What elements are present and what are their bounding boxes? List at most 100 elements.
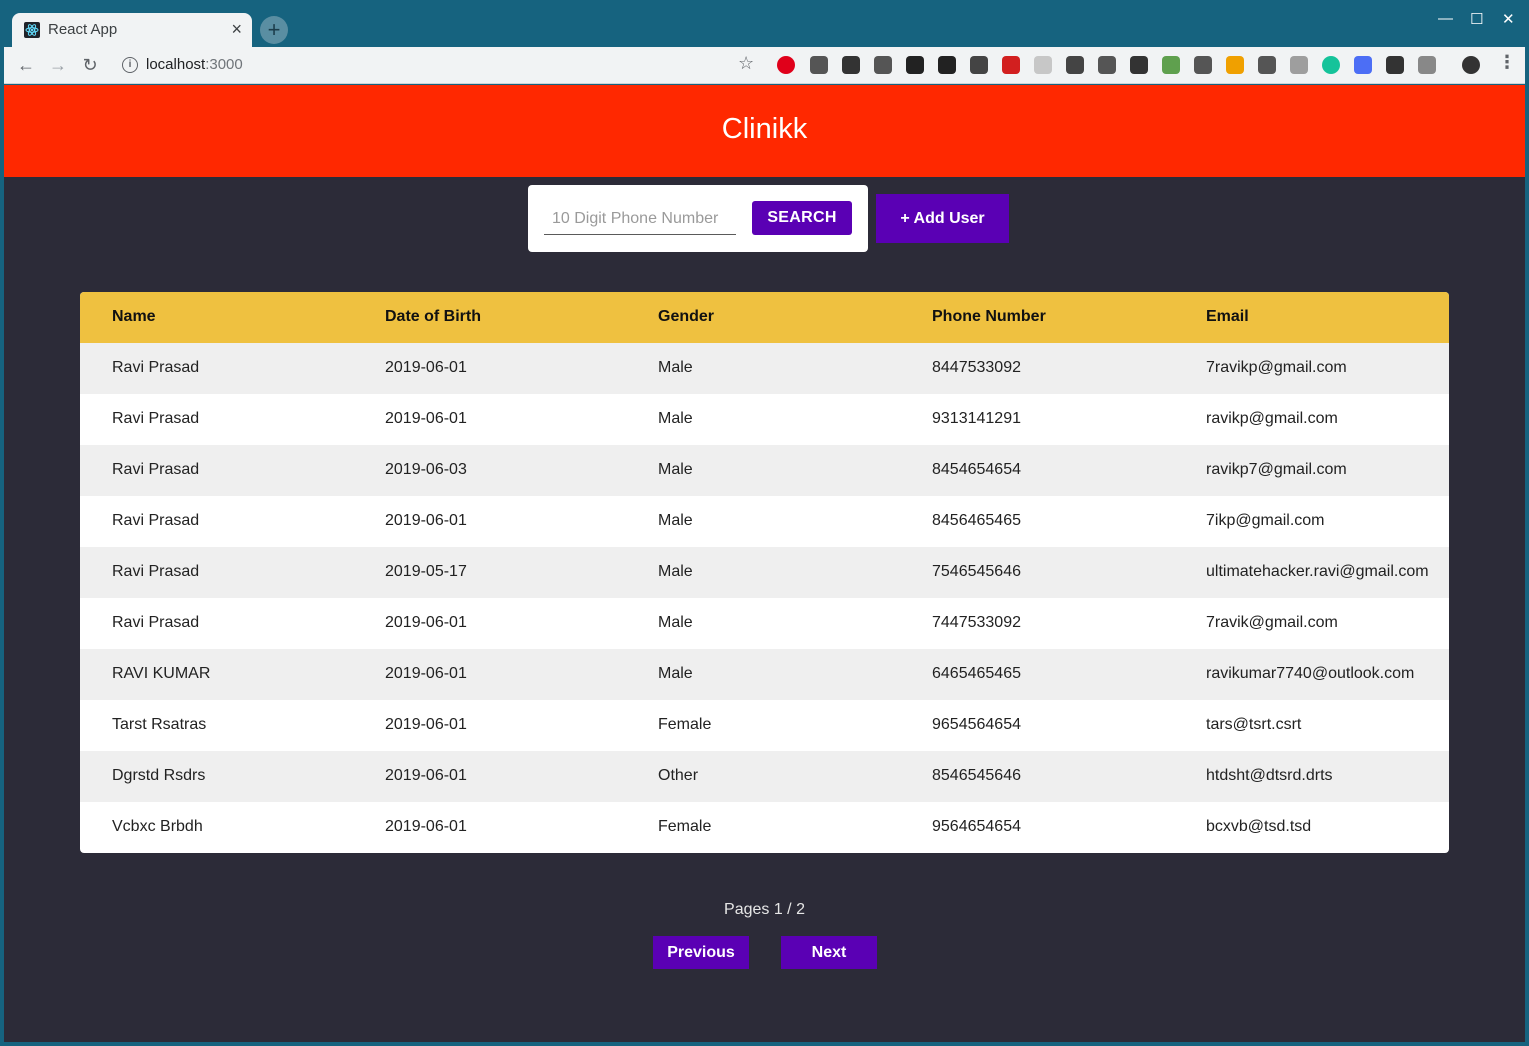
cell-gender: Male [658,461,693,478]
cell-dob: 2019-06-01 [385,614,467,631]
header-email: Email [1206,308,1249,325]
add-user-button[interactable]: + Add User [876,194,1009,243]
new-tab-icon[interactable]: + [260,16,288,44]
table-header: Name Date of Birth Gender Phone Number E… [80,292,1449,343]
table-row: Ravi Prasad 2019-06-01 Male 8456465465 7ikp@… [80,496,1449,547]
cell-name: RAVI KUMAR [112,665,211,682]
cell-phone: 9654564654 [932,716,1021,733]
table-row: Vcbxc Brbdh 2019-06-01 Female 9564654654 bcx… [80,802,1449,853]
cell-gender: Male [658,563,693,580]
bomb-icon[interactable] [938,56,956,74]
back-icon[interactable]: ← [14,53,38,77]
cell-gender: Other [658,767,699,784]
clock-icon[interactable] [1034,56,1052,74]
cell-phone: 8546545646 [932,767,1021,784]
cell-phone: 7447533092 [932,614,1021,631]
cell-dob: 2019-06-01 [385,665,467,682]
opera-icon[interactable] [777,56,795,74]
chrome-rings-icon[interactable] [1194,56,1212,74]
table-row: Ravi Prasad 2019-05-17 Male 7546545646 ultim… [80,547,1449,598]
next-button[interactable]: Next [781,936,877,969]
cell-email: ravikumar7740@outlook.com [1206,665,1415,682]
tag-icon[interactable] [1290,56,1308,74]
cell-name: Tarst Rsatras [112,716,207,733]
s-icon[interactable] [1098,56,1116,74]
reload-icon[interactable]: ↻ [78,53,102,77]
cell-dob: 2019-06-03 [385,461,467,478]
download-icon[interactable] [842,56,860,74]
tab-title: React App [48,21,118,38]
search-card: SEARCH [528,185,868,252]
cell-email: 7ravik@gmail.com [1206,614,1338,631]
page-indicator: Pages 1 / 2 [724,901,805,918]
browser-window: React App × + — ☐ ✕ ← → ↻ i localhost:30… [0,0,1529,1046]
maximize-icon[interactable]: ☐ [1470,10,1483,28]
cell-email: 7ravikp@gmail.com [1206,359,1347,376]
frame-icon[interactable] [1418,56,1436,74]
users-table: Name Date of Birth Gender Phone Number E… [80,292,1449,853]
cell-gender: Male [658,410,693,427]
previous-button[interactable]: Previous [653,936,749,969]
cell-phone: 7546545646 [932,563,1021,580]
menu-icon[interactable]: ⋮ [1498,52,1516,73]
cell-name: Ravi Prasad [112,359,200,376]
eyedropper-icon[interactable] [810,56,828,74]
pocket-icon[interactable] [1258,56,1276,74]
address-bar[interactable]: localhost:3000 [146,56,243,73]
cell-gender: Male [658,614,693,631]
cell-dob: 2019-06-01 [385,716,467,733]
cell-gender: Male [658,359,693,376]
bug-icon[interactable] [874,56,892,74]
cell-email: ravikp@gmail.com [1206,410,1338,427]
screenshot-icon[interactable] [1130,56,1148,74]
grammarly-icon[interactable] [1322,56,1340,74]
site-info-icon[interactable]: i [122,57,138,73]
plane-icon[interactable] [970,56,988,74]
phone-search-input[interactable] [544,203,736,235]
react-icon [24,22,40,38]
search-button[interactable]: SEARCH [752,201,852,235]
table-row: Ravi Prasad 2019-06-01 Male 8447533092 7ravi… [80,343,1449,394]
translate-icon[interactable] [1354,56,1372,74]
cell-phone: 9313141291 [932,410,1021,427]
s-dot-icon[interactable] [1386,56,1404,74]
cell-name: Ravi Prasad [112,410,200,427]
bookmark-star-icon[interactable]: ☆ [738,53,754,74]
low-badge-icon[interactable] [1226,56,1244,74]
minimize-icon[interactable]: — [1438,10,1453,27]
cell-dob: 2019-06-01 [385,818,467,835]
table-row: Tarst Rsatras 2019-06-01 Female 9654564654 t… [80,700,1449,751]
table-row: Ravi Prasad 2019-06-01 Male 9313141291 ravik… [80,394,1449,445]
cell-phone: 8456465465 [932,512,1021,529]
cell-dob: 2019-06-01 [385,767,467,784]
url-port: :3000 [205,56,243,73]
cell-name: Ravi Prasad [112,614,200,631]
app-title: Clinikk [721,113,808,145]
paw-icon[interactable] [906,56,924,74]
cell-name: Ravi Prasad [112,563,200,580]
profile-icon[interactable] [1462,56,1480,74]
header-gender: Gender [658,308,715,325]
tab-react-app[interactable]: React App × [12,13,252,47]
cell-dob: 2019-05-17 [385,563,467,580]
tab-close-icon[interactable]: × [231,19,242,40]
cell-name: Dgrstd Rsdrs [112,767,206,784]
cell-email: 7ikp@gmail.com [1206,512,1325,529]
cell-email: ravikp7@gmail.com [1206,461,1347,478]
puzzle-red-icon[interactable] [1002,56,1020,74]
url-host: localhost [146,56,206,73]
window-icon[interactable] [1066,56,1084,74]
cell-gender: Female [658,716,712,733]
header-phone: Phone Number [932,308,1046,325]
browser-toolbar: ← → ↻ i localhost:3000 ☆ ⋮ [4,47,1525,84]
tab-strip: React App × + — ☐ ✕ [0,0,1529,47]
cell-name: Ravi Prasad [112,461,200,478]
cell-gender: Male [658,512,693,529]
page-content: Clinikk SEARCH + Add User Name Date of B… [4,85,1525,1042]
table-row: RAVI KUMAR 2019-06-01 Male 6465465465 raviku… [80,649,1449,700]
nodejs-icon[interactable] [1162,56,1180,74]
cell-phone: 8454654654 [932,461,1021,478]
close-window-icon[interactable]: ✕ [1502,10,1515,28]
forward-icon[interactable]: → [46,53,70,77]
cell-email: tars@tsrt.csrt [1206,716,1302,733]
